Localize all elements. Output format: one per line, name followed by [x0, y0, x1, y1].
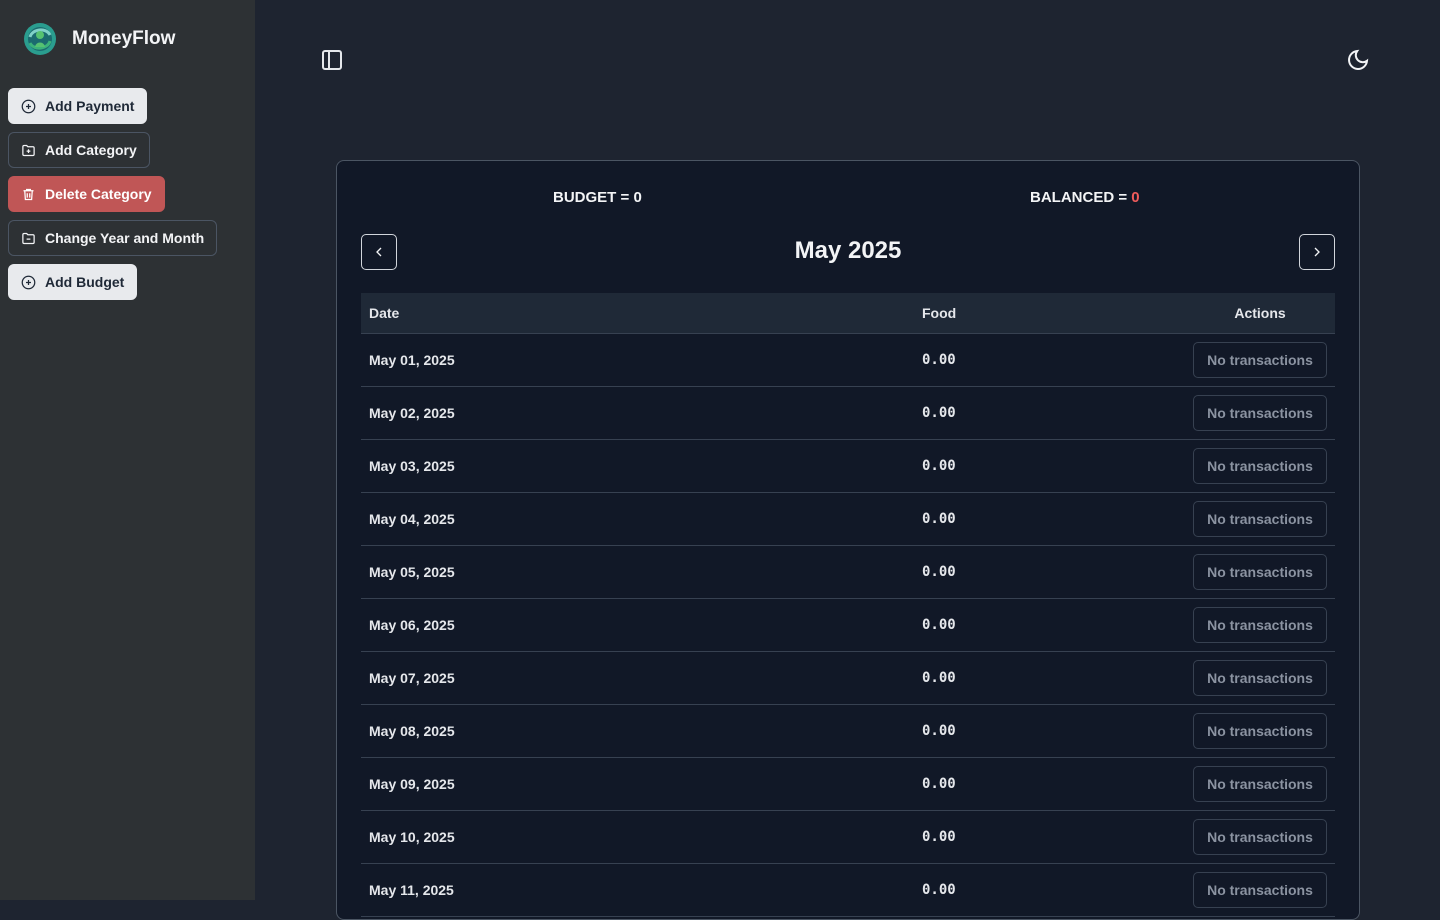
table-row: May 05, 2025 0.00 No transactions — [361, 546, 1335, 599]
no-transactions-button[interactable]: No transactions — [1193, 607, 1327, 643]
table-row: May 07, 2025 0.00 No transactions — [361, 652, 1335, 705]
trash-icon — [23, 188, 34, 200]
row-date: May 04, 2025 — [369, 511, 455, 527]
no-transactions-button[interactable]: No transactions — [1193, 448, 1327, 484]
row-food-amount: 0.00 — [922, 511, 956, 527]
no-transactions-button[interactable]: No transactions — [1193, 766, 1327, 802]
balanced-label: BALANCED = — [1030, 189, 1132, 206]
row-date: May 06, 2025 — [369, 617, 455, 633]
brand-name: MoneyFlow — [72, 28, 176, 49]
row-food-amount: 0.00 — [922, 405, 956, 421]
no-transactions-button[interactable]: No transactions — [1193, 872, 1327, 908]
theme-toggle-button[interactable] — [1343, 45, 1373, 75]
row-date: May 07, 2025 — [369, 670, 455, 686]
row-food-amount: 0.00 — [922, 352, 956, 368]
no-transactions-button[interactable]: No transactions — [1193, 501, 1327, 537]
next-month-button[interactable] — [1299, 234, 1335, 270]
header-date: Date — [369, 305, 400, 321]
moon-icon — [1348, 49, 1369, 70]
calendar-card: BUDGET = 0 BALANCED = 0 May 2025 Date Fo… — [336, 160, 1360, 920]
add-payment-button[interactable]: Add Payment — [8, 88, 148, 124]
row-food-amount: 0.00 — [922, 564, 956, 580]
row-date: May 11, 2025 — [369, 882, 454, 898]
header-actions: Actions — [1234, 305, 1286, 321]
row-food-amount: 0.00 — [922, 882, 956, 898]
no-transactions-button[interactable]: No transactions — [1193, 554, 1327, 590]
table-body: May 01, 2025 0.00 No transactions May 02, 2… — [361, 334, 1335, 917]
no-transactions-button[interactable]: No transactions — [1193, 713, 1327, 749]
table-row: May 06, 2025 0.00 No transactions — [361, 599, 1335, 652]
folder-icon — [22, 232, 35, 244]
row-food-amount: 0.00 — [922, 723, 956, 739]
sidebar-toggle-button[interactable] — [320, 48, 344, 72]
balanced-value: 0 — [1131, 189, 1140, 206]
transactions-table: Date Food Actions May 01, 2025 0.00 No tra… — [361, 293, 1335, 917]
row-food-amount: 0.00 — [922, 458, 956, 474]
budget-value: 0 — [633, 189, 642, 206]
folder-plus-icon — [22, 144, 35, 156]
change-year-month-label: Change Year and Month — [45, 230, 205, 246]
main-content: BUDGET = 0 BALANCED = 0 May 2025 Date Fo… — [255, 0, 1440, 920]
chevron-left-icon — [376, 247, 382, 257]
row-food-amount: 0.00 — [922, 617, 956, 633]
row-date: May 03, 2025 — [369, 458, 455, 474]
row-food-amount: 0.00 — [922, 776, 956, 792]
table-row: May 11, 2025 0.00 No transactions — [361, 864, 1335, 917]
sidebar: MoneyFlow Add Payment Add Category Delet… — [0, 0, 255, 900]
chevron-right-icon — [1314, 247, 1320, 257]
row-date: May 09, 2025 — [369, 776, 455, 792]
add-category-label: Add Category — [45, 142, 137, 158]
add-category-button[interactable]: Add Category — [8, 132, 150, 168]
moneyflow-logo-icon — [24, 23, 56, 55]
plus-circle-icon — [21, 275, 36, 289]
row-food-amount: 0.00 — [922, 670, 956, 686]
table-row: May 02, 2025 0.00 No transactions — [361, 387, 1335, 440]
row-date: May 02, 2025 — [369, 405, 455, 421]
panel-left-icon — [322, 50, 342, 70]
table-row: May 09, 2025 0.00 No transactions — [361, 758, 1335, 811]
table-header: Date Food Actions — [361, 293, 1335, 334]
budget-summary: BUDGET = 0 — [553, 189, 642, 206]
add-payment-label: Add Payment — [45, 98, 135, 114]
delete-category-label: Delete Category — [45, 186, 152, 202]
no-transactions-button[interactable]: No transactions — [1193, 819, 1327, 855]
plus-circle-icon — [21, 99, 36, 113]
budget-label: BUDGET = — [553, 189, 634, 206]
row-date: May 05, 2025 — [369, 564, 455, 580]
no-transactions-button[interactable]: No transactions — [1193, 395, 1327, 431]
delete-category-button[interactable]: Delete Category — [8, 176, 165, 212]
month-title: May 2025 — [794, 237, 902, 264]
row-date: May 08, 2025 — [369, 723, 455, 739]
table-row: May 04, 2025 0.00 No transactions — [361, 493, 1335, 546]
no-transactions-button[interactable]: No transactions — [1193, 342, 1327, 378]
row-date: May 10, 2025 — [369, 829, 455, 845]
header-food: Food — [922, 305, 957, 321]
row-date: May 01, 2025 — [369, 352, 455, 368]
no-transactions-button[interactable]: No transactions — [1193, 660, 1327, 696]
table-row: May 01, 2025 0.00 No transactions — [361, 334, 1335, 387]
add-budget-label: Add Budget — [45, 274, 125, 290]
table-row: May 10, 2025 0.00 No transactions — [361, 811, 1335, 864]
previous-month-button[interactable] — [361, 234, 397, 270]
brand[interactable]: MoneyFlow — [22, 21, 175, 57]
table-row: May 03, 2025 0.00 No transactions — [361, 440, 1335, 493]
table-row: May 08, 2025 0.00 No transactions — [361, 705, 1335, 758]
change-year-month-button[interactable]: Change Year and Month — [8, 220, 218, 256]
balanced-summary: BALANCED = 0 — [1030, 189, 1140, 206]
row-food-amount: 0.00 — [922, 829, 956, 845]
add-budget-button[interactable]: Add Budget — [8, 264, 138, 300]
